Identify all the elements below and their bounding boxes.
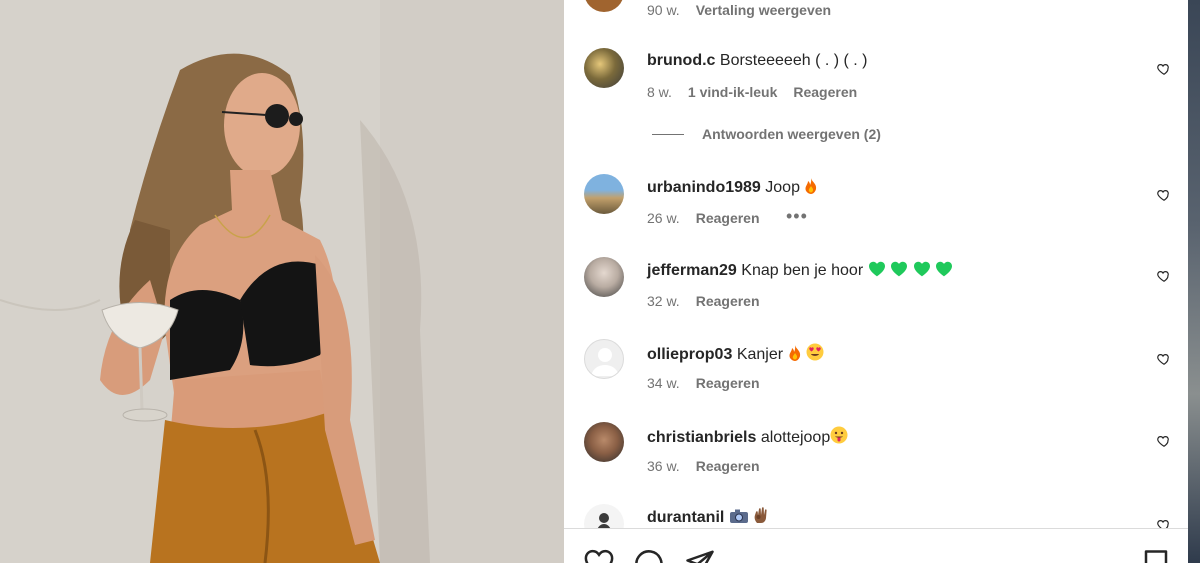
comment-body: Knap ben je hoor bbox=[741, 262, 864, 279]
fire-emoji bbox=[804, 178, 818, 199]
heart-eyes-emoji bbox=[806, 343, 824, 366]
comments-panel: 90 w. Vertaling weergeven brunod.c Borst… bbox=[564, 0, 1188, 563]
comment-age: 8 w. bbox=[647, 84, 672, 100]
comment-age: 26 w. bbox=[647, 210, 680, 226]
comment-likes[interactable]: 1 vind-ik-leuk bbox=[688, 84, 777, 100]
avatar[interactable] bbox=[584, 257, 624, 297]
heart-icon[interactable] bbox=[1157, 352, 1171, 366]
comment-age: 90 w. bbox=[647, 2, 680, 18]
photo-illustration bbox=[0, 0, 564, 563]
avatar[interactable] bbox=[584, 174, 624, 214]
reply-button[interactable]: Reageren bbox=[793, 84, 857, 100]
camera-emoji bbox=[729, 508, 749, 529]
comment-body: Joop bbox=[765, 179, 800, 196]
comment-body: Kanjer bbox=[736, 346, 784, 363]
heart-icon[interactable] bbox=[1157, 269, 1171, 283]
comment-text: brunod.c Borsteeeeeh ( . ) ( . ) bbox=[647, 52, 868, 70]
comment-icon[interactable] bbox=[634, 549, 664, 563]
comment-meta: 8 w. 1 vind-ik-leuk Reageren bbox=[647, 84, 857, 100]
translate-link[interactable]: Vertaling weergeven bbox=[696, 2, 831, 18]
view-replies-label[interactable]: Antwoorden weergeven (2) bbox=[702, 126, 881, 142]
green-heart-emoji bbox=[890, 261, 908, 282]
comment-meta: 26 w. Reageren bbox=[647, 210, 760, 226]
share-icon[interactable] bbox=[685, 549, 715, 563]
comment-username[interactable]: christianbriels bbox=[647, 429, 756, 446]
more-options-icon[interactable]: ••• bbox=[786, 206, 808, 227]
heart-icon[interactable] bbox=[1157, 434, 1171, 448]
comment-meta: 90 w. Vertaling weergeven bbox=[647, 2, 831, 18]
tongue-emoji bbox=[830, 426, 848, 449]
reply-button[interactable]: Reageren bbox=[696, 293, 760, 309]
reply-button[interactable]: Reageren bbox=[696, 458, 760, 474]
comment-body: alottejoop bbox=[760, 429, 831, 446]
comment-username[interactable]: ollieprop03 bbox=[647, 346, 732, 363]
bookmark-icon[interactable] bbox=[1143, 549, 1169, 563]
heart-icon[interactable] bbox=[1157, 188, 1171, 202]
comment-age: 34 w. bbox=[647, 375, 680, 391]
fire-emoji bbox=[788, 345, 802, 366]
replies-divider bbox=[652, 133, 684, 135]
avatar[interactable] bbox=[584, 339, 624, 379]
green-heart-emoji bbox=[935, 261, 953, 282]
comment-username[interactable]: brunod.c bbox=[647, 52, 715, 69]
comment-item: urbanindo1989 Joop 26 w. Reageren ••• bbox=[564, 174, 1188, 244]
heart-icon[interactable] bbox=[1157, 62, 1171, 76]
ok-hand-emoji bbox=[753, 506, 769, 529]
comment-text: jefferman29 Knap ben je hoor bbox=[647, 261, 953, 282]
default-avatar-icon bbox=[591, 348, 619, 376]
reply-button[interactable]: Reageren bbox=[696, 375, 760, 391]
comment-text: ollieprop03 Kanjer bbox=[647, 343, 824, 366]
comment-text: christianbriels alottejoop bbox=[647, 426, 848, 449]
green-heart-emoji bbox=[868, 261, 886, 282]
heart-icon[interactable] bbox=[584, 549, 614, 563]
green-heart-emoji bbox=[913, 261, 931, 282]
post-action-bar bbox=[564, 528, 1188, 563]
comment-item: christianbriels alottejoop 36 w. Reagere… bbox=[564, 422, 1188, 492]
background-edge bbox=[1188, 0, 1200, 563]
comment-username[interactable]: durantanil bbox=[647, 509, 724, 526]
comment-meta: 32 w. Reageren bbox=[647, 293, 760, 309]
comment-username[interactable]: jefferman29 bbox=[647, 262, 737, 279]
avatar[interactable] bbox=[584, 48, 624, 88]
post-photo bbox=[0, 0, 564, 563]
comment-age: 36 w. bbox=[647, 458, 680, 474]
comment-meta: 36 w. Reageren bbox=[647, 458, 760, 474]
avatar[interactable] bbox=[584, 422, 624, 462]
reply-button[interactable]: Reageren bbox=[696, 210, 760, 226]
comment-item: jefferman29 Knap ben je hoor 32 w. Reage… bbox=[564, 257, 1188, 327]
avatar[interactable] bbox=[584, 0, 624, 12]
comment-meta: 34 w. Reageren bbox=[647, 375, 760, 391]
comment-item: ollieprop03 Kanjer 34 w. Reageren bbox=[564, 339, 1188, 409]
comment-age: 32 w. bbox=[647, 293, 680, 309]
comment-body: Borsteeeeeh ( . ) ( . ) bbox=[719, 52, 868, 69]
comment-text: durantanil bbox=[647, 506, 769, 529]
comment-text: urbanindo1989 Joop bbox=[647, 178, 818, 199]
view-replies-button[interactable]: Antwoorden weergeven (2) bbox=[652, 126, 881, 142]
comment-item: brunod.c Borsteeeeeh ( . ) ( . ) 8 w. 1 … bbox=[564, 48, 1188, 118]
comment-username[interactable]: urbanindo1989 bbox=[647, 179, 761, 196]
